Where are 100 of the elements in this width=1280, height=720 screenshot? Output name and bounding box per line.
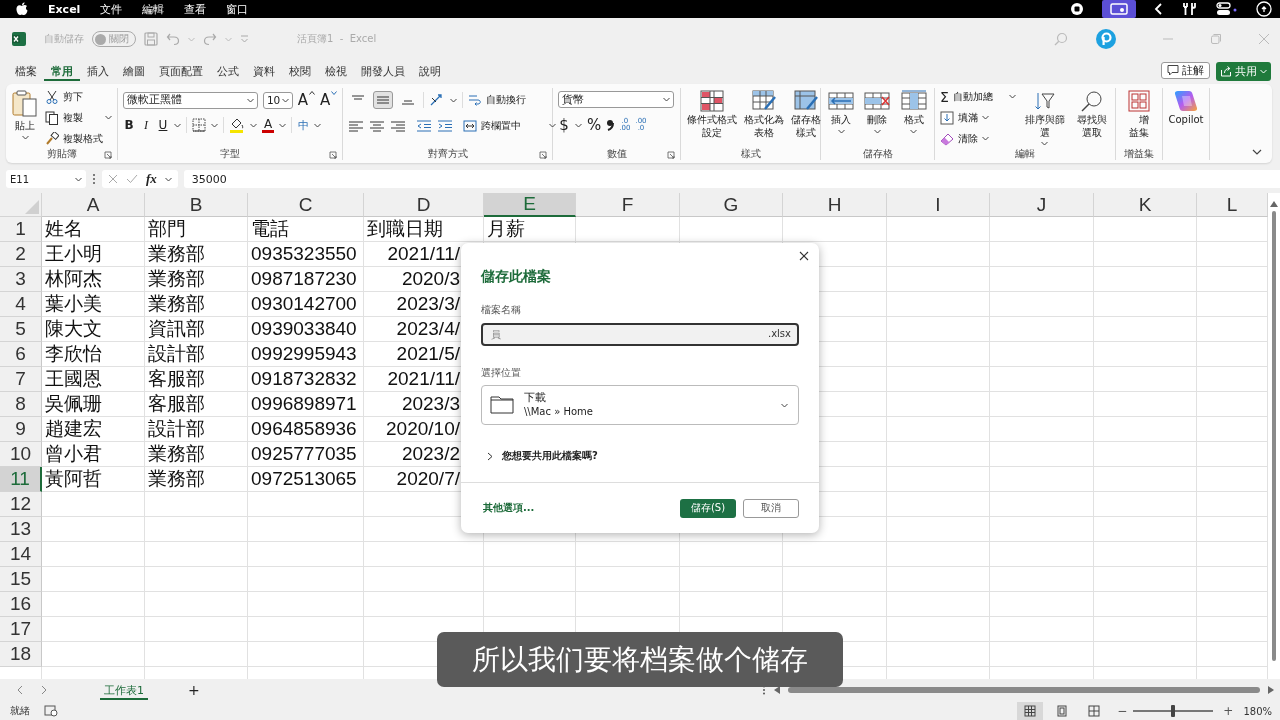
more-icon[interactable]	[92, 173, 96, 185]
comma-style-icon[interactable]	[606, 118, 615, 132]
find-select-button[interactable]: 尋找與選取	[1073, 88, 1110, 139]
column-header[interactable]: A	[42, 193, 145, 217]
underline-button[interactable]: U	[157, 118, 169, 132]
cells-button[interactable]: 插入	[827, 88, 856, 134]
ribbon-tab[interactable]: 常用	[44, 61, 80, 81]
row-header[interactable]: 4	[0, 292, 42, 317]
column-header[interactable]: K	[1094, 193, 1197, 217]
more-options-link[interactable]: 其他選項...	[483, 501, 535, 515]
sort-filter-button[interactable]: 排序與篩選	[1021, 88, 1068, 146]
chevron-left-icon[interactable]	[1154, 2, 1164, 16]
zoom-out-button[interactable]: −	[1117, 704, 1128, 718]
clear-button[interactable]: 清除	[940, 130, 1016, 147]
merge-center-button[interactable]: 跨欄置中	[463, 117, 556, 134]
font-name-dropdown[interactable]: 微軟正黑體	[123, 91, 258, 109]
number-format-dropdown[interactable]: 貨幣	[558, 91, 674, 108]
currency-button[interactable]: $	[558, 116, 570, 134]
column-header[interactable]: H	[783, 193, 887, 217]
ribbon-tab[interactable]: 插入	[80, 61, 116, 81]
row-header[interactable]: 13	[0, 517, 42, 542]
ribbon-tab[interactable]: 檢視	[318, 61, 354, 81]
align-right-icon[interactable]	[390, 119, 406, 132]
row-header[interactable]: 14	[0, 542, 42, 567]
ribbon-tab[interactable]: 檔案	[8, 61, 44, 81]
ribbon-tab[interactable]: 校閱	[282, 61, 318, 81]
row-header[interactable]: 5	[0, 317, 42, 342]
add-sheet-button[interactable]: +	[188, 682, 200, 698]
record-icon[interactable]	[1070, 2, 1084, 16]
apple-icon[interactable]	[16, 2, 28, 16]
row-header[interactable]: 7	[0, 367, 42, 392]
ribbon-tab[interactable]: 資料	[246, 61, 282, 81]
column-header[interactable]: L	[1197, 193, 1268, 217]
row-header[interactable]: 2	[0, 242, 42, 267]
grow-font-button[interactable]: A	[297, 91, 315, 109]
dialog-launcher-icon[interactable]	[539, 151, 547, 159]
column-header[interactable]: F	[576, 193, 680, 217]
dialog-launcher-icon[interactable]	[104, 151, 112, 159]
check-icon[interactable]	[126, 174, 138, 184]
paste-button[interactable]: 貼上	[11, 88, 39, 140]
align-left-icon[interactable]	[348, 119, 364, 132]
row-header[interactable]: 15	[0, 567, 42, 592]
bold-button[interactable]: B	[123, 118, 135, 132]
comments-button[interactable]: 註解	[1161, 61, 1210, 79]
collapse-ribbon-icon[interactable]	[1252, 149, 1262, 155]
dialog-launcher-icon[interactable]	[329, 151, 337, 159]
format-painter-button[interactable]: 複製格式	[45, 130, 112, 147]
fill-button[interactable]: 填滿	[940, 109, 1016, 126]
row-header[interactable]: 18	[0, 642, 42, 667]
column-header[interactable]: D	[364, 193, 484, 217]
copilot-button[interactable]: Copilot	[1168, 88, 1204, 127]
row-header[interactable]: 12	[0, 492, 42, 517]
row-header[interactable]: 8	[0, 392, 42, 417]
save-button[interactable]: 儲存(S)	[680, 498, 736, 518]
menu-item[interactable]: 編輯	[142, 1, 165, 17]
row-header[interactable]: 9	[0, 417, 42, 442]
autosum-button[interactable]: Σ 自動加總	[940, 88, 1016, 105]
row-header[interactable]: 6	[0, 342, 42, 367]
copy-button[interactable]: 複製	[45, 109, 112, 126]
row-header[interactable]: 3	[0, 267, 42, 292]
ribbon-tab[interactable]: 開發人員	[354, 61, 412, 81]
styles-button[interactable]: 儲存格樣式	[790, 88, 821, 139]
accessibility-icon[interactable]	[44, 705, 58, 717]
slider-thumb[interactable]	[1171, 705, 1176, 717]
insert-function-button[interactable]: fx	[146, 171, 157, 187]
profile-icon[interactable]	[1096, 29, 1116, 49]
row-header[interactable]: 16	[0, 592, 42, 617]
tools-icon[interactable]	[1182, 2, 1198, 16]
screen-share-icon[interactable]	[1102, 0, 1136, 18]
chevron-right-icon[interactable]	[40, 685, 48, 695]
close-icon[interactable]	[799, 251, 809, 261]
column-header[interactable]: E	[484, 193, 576, 217]
wrap-text-button[interactable]: 自動換行	[468, 91, 526, 109]
scroll-right-icon[interactable]	[1268, 686, 1274, 694]
column-header[interactable]: G	[680, 193, 783, 217]
font-color-button[interactable]: A	[262, 117, 274, 133]
ribbon-tab[interactable]: 公式	[210, 61, 246, 81]
percent-button[interactable]: %	[587, 116, 602, 134]
formula-field[interactable]: 35000	[183, 170, 1280, 188]
row-header[interactable]: 17	[0, 617, 42, 642]
menu-item[interactable]: 文件	[100, 1, 123, 17]
column-header[interactable]: I	[887, 193, 990, 217]
align-center-icon[interactable]	[369, 119, 385, 132]
share-button[interactable]: 共用	[1216, 61, 1271, 81]
ribbon-tab[interactable]: 說明	[412, 61, 448, 81]
menu-item[interactable]: 窗口	[226, 1, 249, 17]
scrollbar-thumb[interactable]	[788, 687, 1260, 693]
row-header[interactable]: 1	[0, 217, 42, 242]
control-center-icon[interactable]	[1216, 2, 1238, 16]
cut-button[interactable]: 剪下	[45, 88, 112, 105]
cancel-icon[interactable]	[108, 174, 118, 184]
cells-button[interactable]: 刪除	[863, 88, 892, 134]
cells-button[interactable]: 格式	[899, 88, 928, 134]
text-orientation-icon[interactable]	[429, 93, 445, 107]
dialog-launcher-icon[interactable]	[667, 151, 675, 159]
normal-view-button[interactable]	[1017, 702, 1044, 720]
column-header[interactable]: J	[990, 193, 1094, 217]
add-ins-button[interactable]: 增益集	[1128, 88, 1150, 139]
row-header[interactable]: 11	[0, 467, 42, 492]
location-dropdown[interactable]: 下載 \\Mac » Home	[481, 385, 799, 425]
